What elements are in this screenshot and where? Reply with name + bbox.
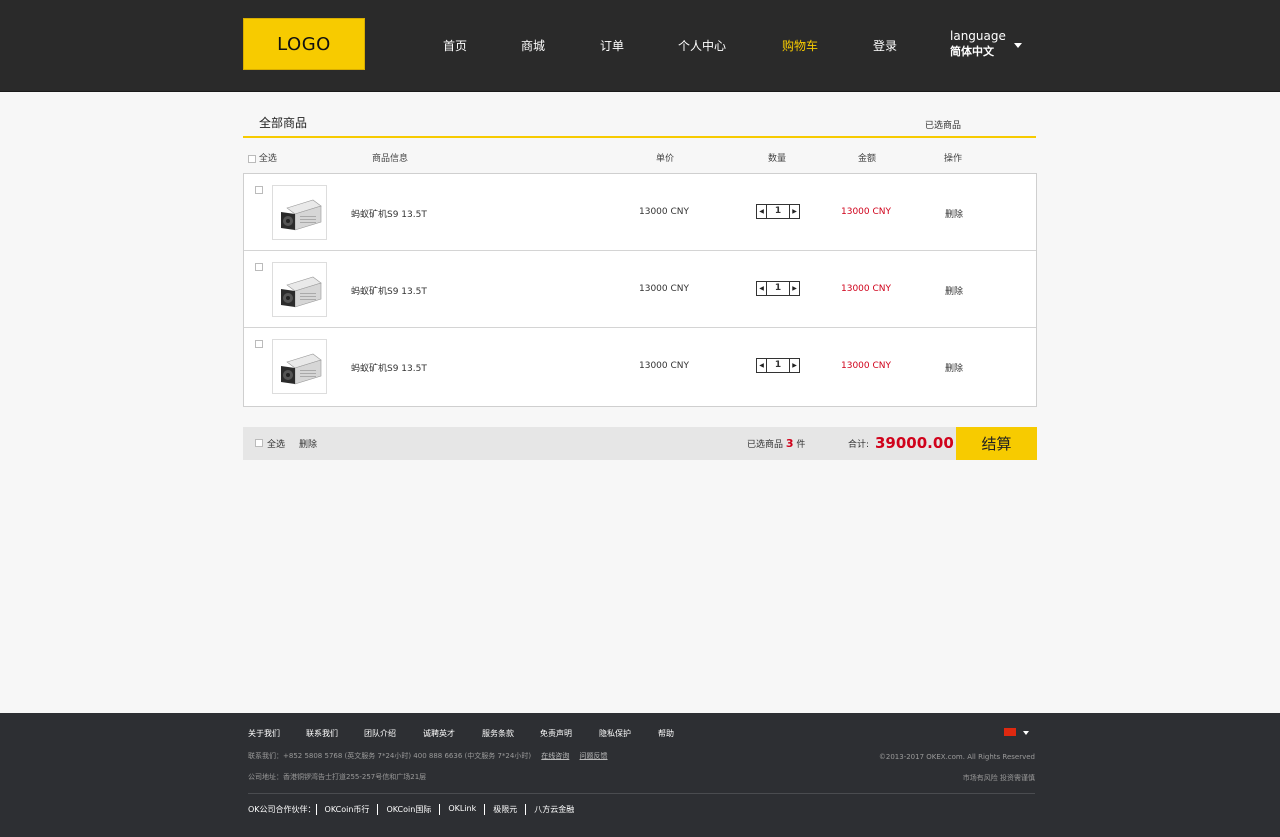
footer-risk-notice: 市场有风险 投资需谨慎	[962, 774, 1035, 782]
nav-login[interactable]: 登录	[873, 37, 897, 54]
language-label: language	[950, 29, 1006, 43]
partner-link[interactable]: 极限元	[484, 804, 525, 815]
footer-partners: OK公司合作伙伴： OKCoin币行 OKCoin国际 OKLink 极限元 八…	[248, 804, 582, 815]
summary-select-all-checkbox[interactable]	[255, 439, 263, 447]
select-all-label: 全选	[258, 154, 277, 164]
nav-mall[interactable]: 商城	[521, 37, 545, 54]
decrease-button[interactable]: ◀	[757, 359, 767, 372]
col-amount: 金额	[858, 154, 877, 164]
online-consult-link[interactable]: 在线咨询	[541, 752, 569, 760]
product-name[interactable]: 蚂蚁矿机S9 13.5T	[351, 284, 427, 297]
chevron-down-icon[interactable]	[1014, 43, 1022, 48]
select-all-header: 全选	[248, 151, 277, 164]
china-flag-icon[interactable]	[1004, 728, 1016, 736]
product-image[interactable]	[272, 339, 327, 394]
select-all-checkbox[interactable]	[248, 154, 256, 163]
col-info: 商品信息	[372, 154, 409, 164]
partner-link[interactable]: 八方云金融	[525, 804, 582, 815]
product-image[interactable]	[272, 262, 327, 317]
quantity-value[interactable]: 1	[767, 282, 789, 295]
nav-cart[interactable]: 购物车	[782, 37, 818, 54]
cart-table: 蚂蚁矿机S9 13.5T 13000 CNY ◀ 1 ▶ 13000 CNY 删…	[243, 173, 1037, 407]
col-action: 操作	[944, 154, 963, 164]
footer-copyright: ©2013-2017 OKEX.com. All Rights Reserved	[878, 753, 1035, 761]
nav-home[interactable]: 首页	[443, 37, 467, 54]
increase-button[interactable]: ▶	[789, 282, 799, 295]
contact-text: 联系我们：+852 5808 5768 (英文服务 7*24小时) 400 88…	[248, 752, 532, 760]
row-amount: 13000 CNY	[841, 361, 892, 371]
footer-link-contact[interactable]: 联系我们	[306, 728, 338, 739]
footer-address: 公司地址：香港铜锣湾告士打道255-257号信和广场21层	[248, 773, 427, 781]
product-image[interactable]	[272, 185, 327, 240]
col-unit-price: 单价	[656, 154, 675, 164]
col-quantity: 数量	[768, 154, 787, 164]
row-amount: 13000 CNY	[841, 207, 892, 217]
page-footer: 关于我们 联系我们 团队介绍 诚聘英才 服务条款 免责声明 隐私保护 帮助 联系…	[0, 713, 1280, 837]
quantity-value[interactable]: 1	[767, 359, 789, 372]
quantity-value[interactable]: 1	[767, 205, 789, 218]
top-header: LOGO 首页 商城 订单 个人中心 购物车 登录 language 简体中文	[0, 0, 1280, 92]
selected-suffix: 件	[796, 440, 806, 450]
selected-count-text: 已选商品 3 件	[747, 437, 805, 450]
cart-row: 蚂蚁矿机S9 13.5T 13000 CNY ◀ 1 ▶ 13000 CNY 删…	[244, 328, 1036, 405]
tab-selected-products[interactable]: 已选商品	[925, 118, 961, 131]
unit-price: 13000 CNY	[639, 361, 690, 371]
footer-link-team[interactable]: 团队介绍	[364, 728, 396, 739]
partner-link[interactable]: OKCoin国际	[377, 804, 439, 815]
footer-divider	[248, 793, 1035, 794]
logo[interactable]: LOGO	[243, 18, 365, 70]
footer-link-disclaimer[interactable]: 免责声明	[540, 728, 572, 739]
delete-item-button[interactable]: 删除	[945, 284, 963, 297]
row-amount: 13000 CNY	[841, 284, 892, 294]
delete-item-button[interactable]: 删除	[945, 361, 963, 374]
nav-orders[interactable]: 订单	[600, 37, 624, 54]
quantity-stepper: ◀ 1 ▶	[756, 204, 800, 219]
unit-price: 13000 CNY	[639, 207, 690, 217]
cart-summary-bar: 全选 删除 已选商品 3 件 合计: 39000.00 结算	[243, 427, 1037, 460]
total-label: 合计:	[848, 440, 870, 450]
selected-prefix: 已选商品	[747, 440, 784, 450]
product-name[interactable]: 蚂蚁矿机S9 13.5T	[351, 207, 427, 220]
chevron-down-icon[interactable]	[1023, 731, 1029, 735]
footer-contact: 联系我们：+852 5808 5768 (英文服务 7*24小时) 400 88…	[248, 751, 608, 761]
nav-user-center[interactable]: 个人中心	[678, 37, 726, 54]
partner-link[interactable]: OKCoin币行	[315, 804, 378, 815]
tab-all-products[interactable]: 全部商品	[259, 114, 307, 131]
partner-link[interactable]: OKLink	[439, 804, 484, 815]
footer-link-help[interactable]: 帮助	[658, 728, 674, 739]
cart-row: 蚂蚁矿机S9 13.5T 13000 CNY ◀ 1 ▶ 13000 CNY 删…	[244, 251, 1036, 328]
total-value: 39000.00	[875, 434, 954, 452]
decrease-button[interactable]: ◀	[757, 205, 767, 218]
summary-delete-button[interactable]: 删除	[299, 437, 317, 450]
unit-price: 13000 CNY	[639, 284, 690, 294]
product-name[interactable]: 蚂蚁矿机S9 13.5T	[351, 361, 427, 374]
increase-button[interactable]: ▶	[789, 359, 799, 372]
row-checkbox[interactable]	[255, 186, 263, 194]
cart-row: 蚂蚁矿机S9 13.5T 13000 CNY ◀ 1 ▶ 13000 CNY 删…	[244, 174, 1036, 251]
decrease-button[interactable]: ◀	[757, 282, 767, 295]
footer-link-privacy[interactable]: 隐私保护	[599, 728, 631, 739]
language-value: 简体中文	[950, 45, 994, 58]
footer-link-terms[interactable]: 服务条款	[482, 728, 514, 739]
delete-item-button[interactable]: 删除	[945, 207, 963, 220]
footer-link-careers[interactable]: 诚聘英才	[423, 728, 455, 739]
selected-count: 3	[785, 437, 794, 450]
row-checkbox[interactable]	[255, 263, 263, 271]
quantity-stepper: ◀ 1 ▶	[756, 281, 800, 296]
partners-label: OK公司合作伙伴：	[248, 805, 316, 814]
summary-select-all-label[interactable]: 全选	[267, 437, 285, 450]
row-checkbox[interactable]	[255, 340, 263, 348]
footer-link-about[interactable]: 关于我们	[248, 728, 280, 739]
cart-tabs: 全部商品 已选商品	[243, 108, 1036, 138]
increase-button[interactable]: ▶	[789, 205, 799, 218]
feedback-link[interactable]: 问题反馈	[580, 752, 608, 760]
checkout-button[interactable]: 结算	[956, 427, 1037, 460]
language-selector[interactable]: language 简体中文	[950, 29, 1006, 59]
quantity-stepper: ◀ 1 ▶	[756, 358, 800, 373]
